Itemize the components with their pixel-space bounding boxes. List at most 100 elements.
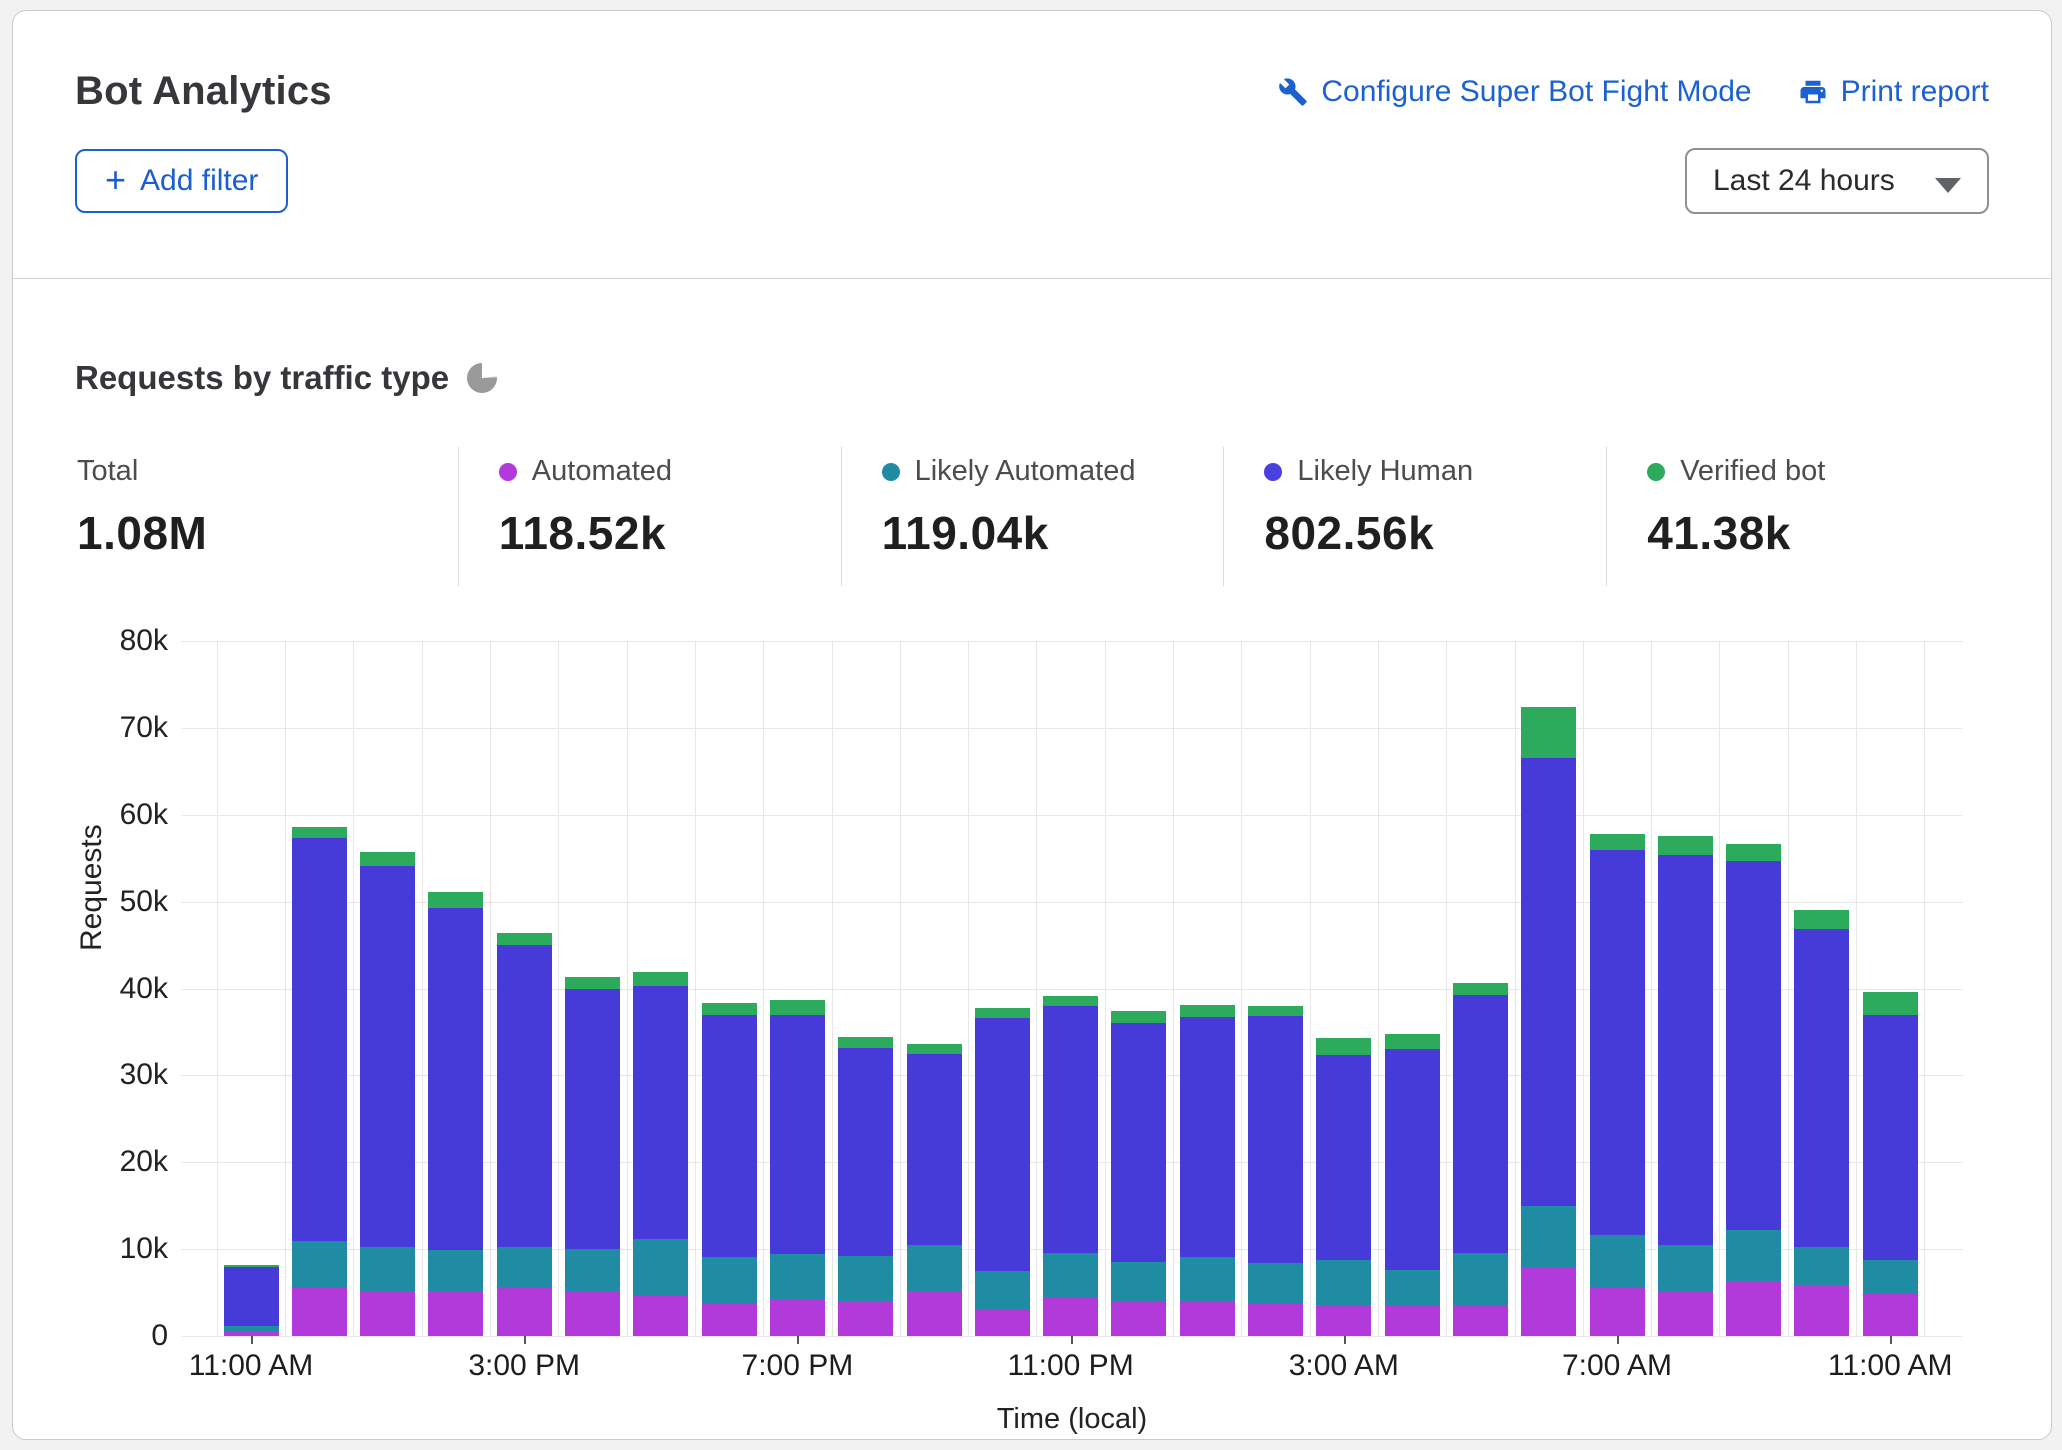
bar-segment[interactable] xyxy=(1248,1263,1303,1303)
bar-segment[interactable] xyxy=(1726,1230,1781,1281)
bar-segment[interactable] xyxy=(497,933,552,945)
stat-likely-human[interactable]: Likely Human 802.56k xyxy=(1223,447,1606,586)
bar-segment[interactable] xyxy=(1863,1015,1918,1260)
bar-segment[interactable] xyxy=(1794,1285,1849,1336)
bar-segment[interactable] xyxy=(838,1037,893,1047)
bar-segment[interactable] xyxy=(1043,996,1098,1006)
bar-segment[interactable] xyxy=(838,1048,893,1257)
bar-segment[interactable] xyxy=(1180,1257,1235,1302)
bar-segment[interactable] xyxy=(1453,995,1508,1254)
bar-segment[interactable] xyxy=(770,1254,825,1298)
bar-segment[interactable] xyxy=(838,1256,893,1301)
bar-segment[interactable] xyxy=(1658,1245,1713,1291)
bar-segment[interactable] xyxy=(1316,1038,1371,1055)
bar-segment[interactable] xyxy=(1316,1055,1371,1260)
print-report-link[interactable]: Print report xyxy=(1798,75,1989,109)
bar-segment[interactable] xyxy=(770,1015,825,1255)
bar-segment[interactable] xyxy=(1794,910,1849,928)
bar-segment[interactable] xyxy=(1794,929,1849,1247)
bar-segment[interactable] xyxy=(565,989,620,1249)
bar-segment[interactable] xyxy=(1180,1302,1235,1336)
bar-segment[interactable] xyxy=(360,866,415,1247)
bar-segment[interactable] xyxy=(838,1301,893,1336)
bar-segment[interactable] xyxy=(1726,844,1781,861)
bar-segment[interactable] xyxy=(1726,861,1781,1230)
bar-segment[interactable] xyxy=(1590,1288,1645,1336)
time-range-select[interactable]: Last 24 hours xyxy=(1685,148,1989,214)
bar-segment[interactable] xyxy=(1658,836,1713,854)
bar-segment[interactable] xyxy=(1726,1281,1781,1336)
bar-segment[interactable] xyxy=(1590,850,1645,1236)
stat-likely-automated[interactable]: Likely Automated 119.04k xyxy=(841,447,1224,586)
bar-segment[interactable] xyxy=(497,1247,552,1289)
bar-segment[interactable] xyxy=(633,972,688,986)
bar-segment[interactable] xyxy=(497,1288,552,1336)
bar-segment[interactable] xyxy=(1863,1260,1918,1295)
bar-segment[interactable] xyxy=(1316,1306,1371,1336)
bar-segment[interactable] xyxy=(565,977,620,989)
bar-segment[interactable] xyxy=(428,908,483,1250)
bar-segment[interactable] xyxy=(907,1292,962,1336)
bar-segment[interactable] xyxy=(1180,1005,1235,1017)
bar-segment[interactable] xyxy=(633,1239,688,1296)
bar-segment[interactable] xyxy=(1521,758,1576,1205)
bar-segment[interactable] xyxy=(360,852,415,866)
bar-segment[interactable] xyxy=(1521,1206,1576,1267)
bar-segment[interactable] xyxy=(702,1303,757,1336)
bar-segment[interactable] xyxy=(292,827,347,838)
bar-segment[interactable] xyxy=(1043,1253,1098,1297)
bar-segment[interactable] xyxy=(702,1257,757,1303)
stat-verified-bot[interactable]: Verified bot 41.38k xyxy=(1606,447,1989,586)
bar-segment[interactable] xyxy=(428,892,483,908)
bar-segment[interactable] xyxy=(975,1271,1030,1310)
bar-segment[interactable] xyxy=(360,1247,415,1292)
bar-segment[interactable] xyxy=(292,838,347,1241)
bar-segment[interactable] xyxy=(1043,1298,1098,1336)
bar-segment[interactable] xyxy=(975,1008,1030,1018)
bar-segment[interactable] xyxy=(428,1250,483,1291)
bar-segment[interactable] xyxy=(1316,1260,1371,1306)
bar-segment[interactable] xyxy=(1658,1291,1713,1336)
bar-segment[interactable] xyxy=(224,1267,279,1326)
bar-segment[interactable] xyxy=(770,1299,825,1336)
bar-segment[interactable] xyxy=(1863,992,1918,1015)
bar-segment[interactable] xyxy=(1590,1235,1645,1288)
bar-segment[interactable] xyxy=(292,1287,347,1336)
bar-segment[interactable] xyxy=(360,1292,415,1336)
bar-segment[interactable] xyxy=(633,986,688,1239)
add-filter-button[interactable]: + Add filter xyxy=(75,149,288,213)
bar-segment[interactable] xyxy=(975,1018,1030,1271)
bar-segment[interactable] xyxy=(1248,1016,1303,1263)
bar-segment[interactable] xyxy=(565,1291,620,1336)
bar-segment[interactable] xyxy=(1180,1017,1235,1257)
bar-segment[interactable] xyxy=(1521,707,1576,758)
bar-segment[interactable] xyxy=(1111,1011,1166,1023)
bar-segment[interactable] xyxy=(907,1054,962,1245)
bar-segment[interactable] xyxy=(1043,1006,1098,1254)
bar-segment[interactable] xyxy=(1658,855,1713,1245)
bar-segment[interactable] xyxy=(1453,1253,1508,1306)
bar-segment[interactable] xyxy=(702,1003,757,1015)
bar-segment[interactable] xyxy=(633,1296,688,1336)
plot-area[interactable] xyxy=(181,641,1963,1336)
bar-segment[interactable] xyxy=(1385,1306,1440,1336)
bar-segment[interactable] xyxy=(1590,834,1645,850)
bar-segment[interactable] xyxy=(702,1015,757,1257)
bar-segment[interactable] xyxy=(1521,1267,1576,1337)
bar-segment[interactable] xyxy=(565,1249,620,1291)
bar-segment[interactable] xyxy=(292,1241,347,1287)
bar-segment[interactable] xyxy=(770,1000,825,1015)
bar-segment[interactable] xyxy=(497,945,552,1246)
bar-segment[interactable] xyxy=(907,1044,962,1054)
bar-segment[interactable] xyxy=(1385,1034,1440,1050)
bar-segment[interactable] xyxy=(1385,1270,1440,1306)
bar-segment[interactable] xyxy=(1111,1023,1166,1262)
bar-segment[interactable] xyxy=(1453,1306,1508,1336)
bar-segment[interactable] xyxy=(1248,1006,1303,1016)
bar-segment[interactable] xyxy=(1111,1262,1166,1302)
configure-super-bot-fight-mode-link[interactable]: Configure Super Bot Fight Mode xyxy=(1278,75,1751,109)
bar-segment[interactable] xyxy=(1111,1302,1166,1336)
bar-segment[interactable] xyxy=(1385,1049,1440,1270)
bar-segment[interactable] xyxy=(224,1326,279,1332)
stat-automated[interactable]: Automated 118.52k xyxy=(458,447,841,586)
